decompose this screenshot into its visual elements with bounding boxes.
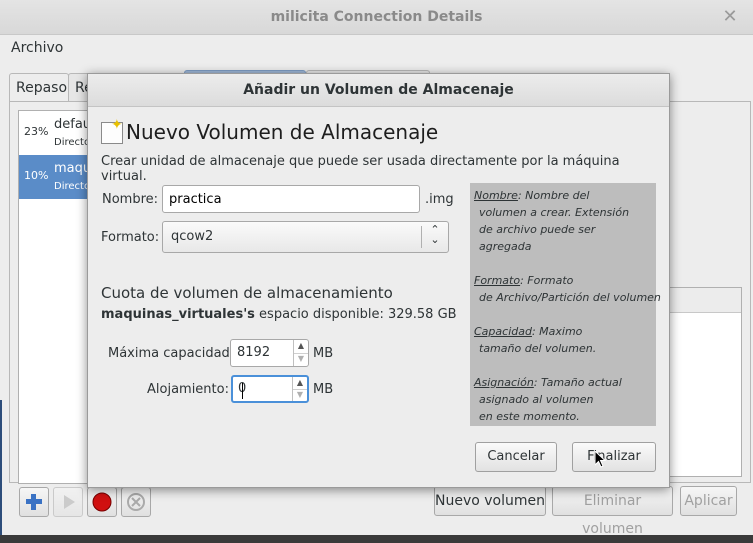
add-icon xyxy=(26,494,42,510)
allocation-label: Alojamiento: xyxy=(147,382,229,397)
help-text: agregada xyxy=(479,240,532,253)
help-panel: Nombre: Nombre del volumen a crear. Exte… xyxy=(470,183,661,426)
delete-pool-button[interactable] xyxy=(121,487,151,517)
pool-usage: 10% xyxy=(24,169,49,182)
help-text: : Tamaño actual xyxy=(533,376,622,389)
text-caret xyxy=(242,383,243,399)
help-key: Capacidad xyxy=(474,325,532,338)
tab-repaso[interactable]: Repaso xyxy=(9,73,69,101)
help-key: Nombre xyxy=(474,189,518,202)
add-volume-dialog: Añadir un Volumen de Almacenaje ✦ Nuevo … xyxy=(87,73,670,488)
help-text: volumen a crear. Extensión xyxy=(479,206,630,219)
cancel-button[interactable]: Cancelar xyxy=(475,442,557,472)
apply-button[interactable]: Aplicar xyxy=(680,486,737,516)
mouse-pointer-icon xyxy=(594,449,607,473)
stop-pool-button[interactable] xyxy=(87,487,117,517)
help-capacidad: Capacidad: Maximo xyxy=(474,323,658,340)
dialog-description: Crear unidad de almacenaje que puede ser… xyxy=(101,154,620,184)
add-pool-button[interactable] xyxy=(19,487,49,517)
help-nombre: Nombre: Nombre del xyxy=(474,187,658,204)
delete-icon xyxy=(127,493,145,511)
name-label: Nombre: xyxy=(102,192,159,207)
help-key: Asignación xyxy=(474,376,534,389)
pool-name: maquinas_virtuales's xyxy=(101,307,255,322)
help-text: : Formato xyxy=(520,274,574,287)
max-capacity-spinner[interactable]: 8192 ▲ ▼ xyxy=(230,339,309,367)
allocation-spinner[interactable]: 0 ▲ ▼ xyxy=(231,375,309,403)
new-volume-icon: ✦ xyxy=(101,117,123,144)
allocation-unit: MB xyxy=(313,382,334,397)
name-input[interactable] xyxy=(162,185,420,213)
increment-icon[interactable]: ▲ xyxy=(294,340,308,354)
help-text: en este momento. xyxy=(479,410,580,423)
volume-list[interactable] xyxy=(668,287,742,477)
desktop-edge xyxy=(0,400,2,535)
pool-space-text: espacio disponible: 329.58 GB xyxy=(254,307,457,322)
start-pool-button[interactable] xyxy=(53,487,83,517)
format-value: qcow2 xyxy=(171,229,214,244)
spinner-buttons: ▲ ▼ xyxy=(293,340,308,366)
new-volume-button[interactable]: Nuevo volumen xyxy=(434,486,546,516)
decrement-icon[interactable]: ▼ xyxy=(294,353,308,366)
menu-archivo[interactable]: Archivo xyxy=(11,40,63,56)
max-capacity-unit: MB xyxy=(313,346,334,361)
finish-button[interactable]: Finalizar xyxy=(572,442,656,472)
dialog-title: Añadir un Volumen de Almacenaje xyxy=(243,82,514,98)
decrement-icon[interactable]: ▼ xyxy=(293,389,307,401)
pool-usage: 23% xyxy=(24,125,49,138)
help-text: de archivo puede ser xyxy=(479,223,596,236)
start-icon xyxy=(64,495,75,509)
help-text: : Maximo xyxy=(531,325,583,338)
help-text: tamaño del volumen. xyxy=(479,342,597,355)
max-capacity-value: 8192 xyxy=(237,345,271,360)
help-text: : Nombre del xyxy=(517,189,590,202)
help-asignacion: Asignación: Tamaño actual xyxy=(474,374,658,391)
spinner-buttons: ▲ ▼ xyxy=(292,377,307,401)
select-divider xyxy=(421,226,422,248)
max-capacity-label: Máxima capacidad: xyxy=(108,346,235,361)
name-extension: .img xyxy=(425,192,454,207)
window-title: milicita Connection Details xyxy=(270,9,483,25)
dialog-heading: Nuevo Volumen de Almacenaje xyxy=(126,120,439,144)
help-key: Formato xyxy=(474,274,521,287)
format-select[interactable]: qcow2 ⌃ ⌄ xyxy=(162,221,449,253)
close-icon[interactable]: ✕ xyxy=(719,6,741,28)
volume-list-header[interactable] xyxy=(669,288,741,313)
updown-chevron-icon: ⌃ ⌄ xyxy=(430,223,440,246)
menubar xyxy=(0,35,753,61)
delete-volume-button[interactable]: Eliminar volumen xyxy=(552,486,673,537)
format-label: Formato: xyxy=(101,230,160,245)
stop-icon xyxy=(92,492,112,512)
quota-title: Cuota de volumen de almacenamiento xyxy=(101,284,393,302)
help-formato: Formato: Formato xyxy=(474,272,658,289)
help-text: asignado al volumen xyxy=(479,393,594,406)
help-text: de Archivo/Partición del volumen xyxy=(479,291,661,304)
pool-space-info: maquinas_virtuales's espacio disponible:… xyxy=(101,307,457,322)
